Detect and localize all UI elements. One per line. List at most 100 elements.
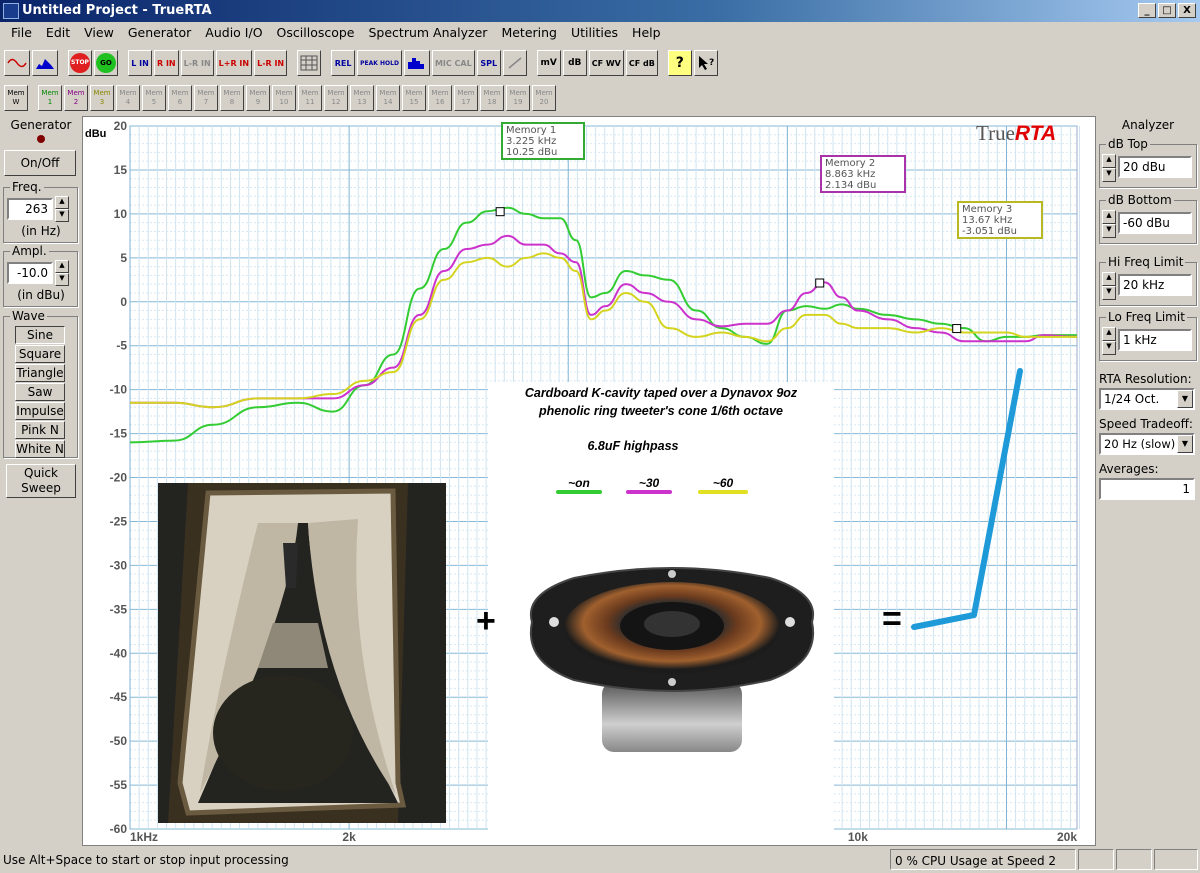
maximize-button[interactable]: □ bbox=[1158, 3, 1176, 18]
menu-generator[interactable]: Generator bbox=[121, 22, 198, 44]
mem-w-button[interactable]: Mem W bbox=[4, 85, 28, 111]
wave-white-noise-button[interactable]: White N bbox=[15, 440, 65, 458]
mem-12-button[interactable]: Mem 12 bbox=[324, 85, 348, 111]
wave-square-button[interactable]: Square bbox=[15, 345, 65, 363]
menu-oscilloscope[interactable]: Oscilloscope bbox=[270, 22, 362, 44]
mem-11-button[interactable]: Mem 11 bbox=[298, 85, 322, 111]
hi-freq-field[interactable]: 20 kHz bbox=[1118, 274, 1192, 296]
mem-20-button[interactable]: Mem 20 bbox=[532, 85, 556, 111]
mv-button[interactable]: mV bbox=[536, 50, 561, 76]
y-tick-label: 20 bbox=[114, 119, 128, 133]
stop-button[interactable]: STOP bbox=[68, 50, 92, 76]
mem-7-button[interactable]: Mem 7 bbox=[194, 85, 218, 111]
generator-onoff-button[interactable]: On/Off bbox=[4, 150, 76, 176]
wave-impulse-button[interactable]: Impulse bbox=[15, 402, 65, 420]
peak-hold-button[interactable]: PEAK HOLD bbox=[357, 50, 402, 76]
freq-field[interactable]: 263 bbox=[7, 198, 53, 220]
l-in-button[interactable]: L IN bbox=[128, 50, 152, 76]
r-in-button[interactable]: R IN bbox=[154, 50, 179, 76]
mem-14-button[interactable]: Mem 14 bbox=[376, 85, 400, 111]
lo-freq-down-icon[interactable]: ▼ bbox=[1102, 341, 1116, 355]
db-button[interactable]: dB bbox=[562, 50, 587, 76]
cf-wv-button[interactable]: CF WV bbox=[588, 50, 624, 76]
lo-freq-field[interactable]: 1 kHz bbox=[1118, 329, 1192, 351]
wave-pink-noise-button[interactable]: Pink N bbox=[15, 421, 65, 439]
mem-2-button[interactable]: Mem 2 bbox=[64, 85, 88, 111]
go-button[interactable]: GO bbox=[94, 50, 118, 76]
db-bottom-field[interactable]: -60 dBu bbox=[1118, 212, 1192, 234]
bars-icon[interactable] bbox=[403, 50, 430, 76]
ampl-down-icon[interactable]: ▼ bbox=[55, 273, 69, 286]
y-tick-label: -50 bbox=[110, 734, 128, 748]
ampl-up-icon[interactable]: ▲ bbox=[55, 260, 69, 273]
mem-9-button[interactable]: Mem 9 bbox=[246, 85, 270, 111]
hi-freq-down-icon[interactable]: ▼ bbox=[1102, 286, 1116, 300]
l-minus-r-in-button[interactable]: L-R IN bbox=[254, 50, 288, 76]
lo-freq-label: Lo Freq Limit bbox=[1106, 310, 1187, 324]
probe-icon[interactable] bbox=[502, 50, 527, 76]
cf-db-button[interactable]: CF dB bbox=[625, 50, 658, 76]
title-bar: Untitled Project - TrueRTA _ □ X bbox=[0, 0, 1200, 22]
go-label: GO bbox=[96, 53, 116, 73]
db-bottom-up-icon[interactable]: ▲ bbox=[1102, 210, 1116, 224]
freq-up-icon[interactable]: ▲ bbox=[55, 196, 69, 209]
mic-cal-button[interactable]: MIC CAL bbox=[431, 50, 475, 76]
mem-13-button[interactable]: Mem 13 bbox=[350, 85, 374, 111]
mem-5-button[interactable]: Mem 5 bbox=[142, 85, 166, 111]
menu-audio-io[interactable]: Audio I/O bbox=[198, 22, 269, 44]
wave-saw-button[interactable]: Saw bbox=[15, 383, 65, 401]
db-top-down-icon[interactable]: ▼ bbox=[1102, 168, 1116, 182]
lo-freq-up-icon[interactable]: ▲ bbox=[1102, 327, 1116, 341]
quick-sweep-button[interactable]: Quick Sweep bbox=[6, 464, 76, 498]
tweeter-image bbox=[529, 567, 815, 752]
menu-file[interactable]: File bbox=[4, 22, 39, 44]
spl-button[interactable]: SPL bbox=[476, 50, 501, 76]
mem-19-button[interactable]: Mem 19 bbox=[506, 85, 530, 111]
spectrum-icon[interactable] bbox=[32, 50, 58, 76]
l-r-in-button[interactable]: L-R IN bbox=[180, 50, 214, 76]
y-tick-label: -5 bbox=[116, 339, 127, 353]
db-top-up-icon[interactable]: ▲ bbox=[1102, 154, 1116, 168]
mem-10-button[interactable]: Mem 10 bbox=[272, 85, 296, 111]
truerta-logo: TrueRTA bbox=[976, 121, 1056, 146]
oscilloscope-icon[interactable] bbox=[4, 50, 30, 76]
mem-17-button[interactable]: Mem 17 bbox=[454, 85, 478, 111]
menu-utilities[interactable]: Utilities bbox=[564, 22, 625, 44]
window-title: Untitled Project - TrueRTA bbox=[22, 3, 212, 18]
menu-spectrum-analyzer[interactable]: Spectrum Analyzer bbox=[362, 22, 495, 44]
mem-1-button[interactable]: Mem 1 bbox=[38, 85, 62, 111]
averages-field[interactable]: 1 bbox=[1099, 478, 1195, 500]
menu-metering[interactable]: Metering bbox=[494, 22, 564, 44]
l-plus-r-in-button[interactable]: L+R IN bbox=[215, 50, 253, 76]
mem-16-button[interactable]: Mem 16 bbox=[428, 85, 452, 111]
memory-marker-3 bbox=[952, 324, 962, 334]
rel-button[interactable]: REL bbox=[331, 50, 356, 76]
speed-tradeoff-chevron-down-icon[interactable]: ▼ bbox=[1177, 435, 1193, 453]
help-button[interactable]: ? bbox=[667, 50, 692, 76]
wave-sine-button[interactable]: Sine bbox=[15, 326, 65, 344]
mem-6-button[interactable]: Mem 6 bbox=[168, 85, 192, 111]
close-button[interactable]: X bbox=[1178, 3, 1196, 18]
minimize-button[interactable]: _ bbox=[1138, 3, 1156, 18]
menu-edit[interactable]: Edit bbox=[39, 22, 77, 44]
context-help-icon[interactable]: ? bbox=[693, 50, 718, 76]
db-top-field[interactable]: 20 dBu bbox=[1118, 156, 1192, 178]
rta-resolution-chevron-down-icon[interactable]: ▼ bbox=[1177, 390, 1193, 408]
memory-2-freq: 8.863 kHz bbox=[825, 169, 876, 180]
db-bottom-down-icon[interactable]: ▼ bbox=[1102, 224, 1116, 238]
mem-15-button[interactable]: Mem 15 bbox=[402, 85, 426, 111]
mem-18-button[interactable]: Mem 18 bbox=[480, 85, 504, 111]
menu-view[interactable]: View bbox=[77, 22, 121, 44]
menu-help[interactable]: Help bbox=[625, 22, 668, 44]
main-toolbar: STOP GO L IN R IN L-R IN L+R IN L-R IN R… bbox=[4, 47, 718, 79]
memory-marker-1 bbox=[495, 207, 505, 217]
hi-freq-label: Hi Freq Limit bbox=[1106, 255, 1186, 269]
grid-icon[interactable] bbox=[297, 50, 322, 76]
freq-down-icon[interactable]: ▼ bbox=[55, 209, 69, 222]
mem-8-button[interactable]: Mem 8 bbox=[220, 85, 244, 111]
wave-triangle-button[interactable]: Triangle bbox=[15, 364, 65, 382]
hi-freq-up-icon[interactable]: ▲ bbox=[1102, 272, 1116, 286]
mem-4-button[interactable]: Mem 4 bbox=[116, 85, 140, 111]
mem-3-button[interactable]: Mem 3 bbox=[90, 85, 114, 111]
ampl-field[interactable]: -10.0 bbox=[7, 262, 53, 284]
